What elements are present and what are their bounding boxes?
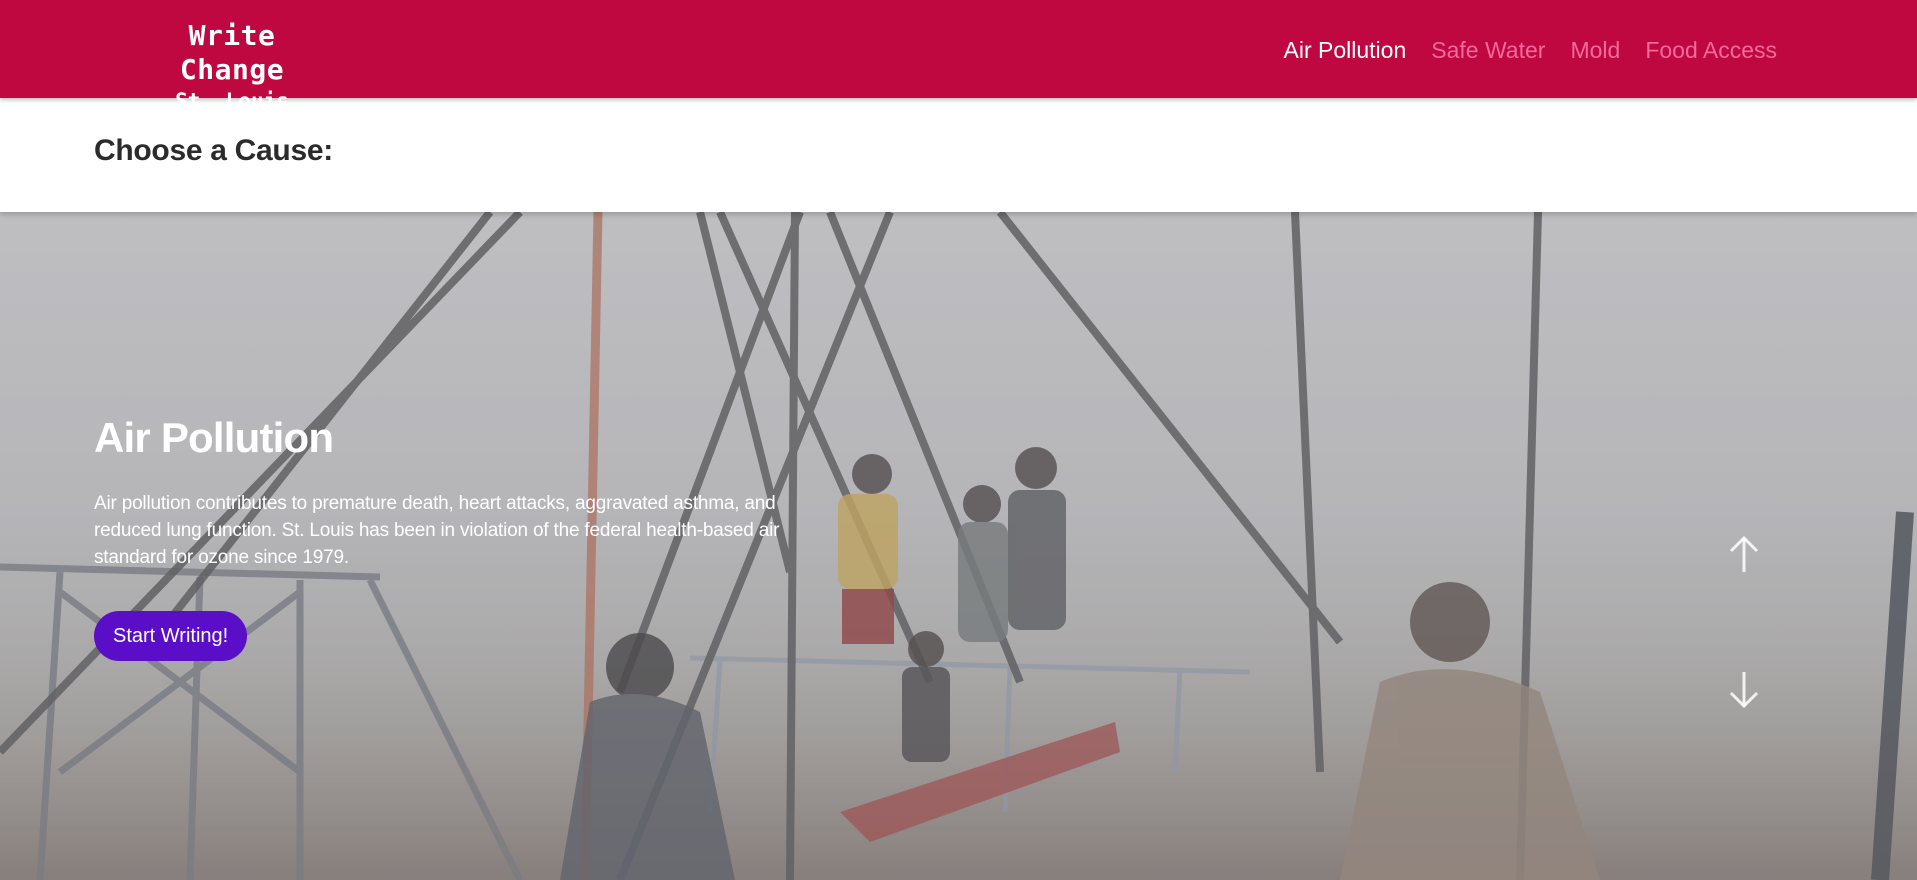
nav-item-mold[interactable]: Mold	[1570, 36, 1620, 64]
start-writing-button[interactable]: Start Writing!	[94, 611, 248, 661]
cause-heading: Choose a Cause:	[94, 134, 333, 167]
arrow-up-icon[interactable]	[1727, 534, 1761, 574]
nav-item-safe-water[interactable]: Safe Water	[1431, 36, 1545, 64]
nav-item-air-pollution[interactable]: Air Pollution	[1284, 36, 1407, 64]
hero-title: Air Pollution	[94, 414, 334, 461]
hero-section: Air Pollution Air pollution contributes …	[0, 212, 1917, 880]
nav-item-food-access[interactable]: Food Access	[1645, 36, 1777, 64]
brand-subtitle: St. Louis	[175, 89, 289, 113]
cause-section: Choose a Cause:	[0, 98, 1917, 212]
brand-title: Write Change	[179, 19, 285, 86]
hero-content: Air Pollution Air pollution contributes …	[94, 412, 784, 661]
site-logo[interactable]: Write Change St. Louis	[132, 19, 332, 115]
arrow-down-icon[interactable]	[1727, 670, 1761, 710]
hero-description: Air pollution contributes to premature d…	[94, 493, 780, 568]
main-nav: Air Pollution Safe Water Mold Food Acces…	[1284, 36, 1777, 64]
site-header: Write Change St. Louis Air Pollution Saf…	[0, 0, 1917, 113]
